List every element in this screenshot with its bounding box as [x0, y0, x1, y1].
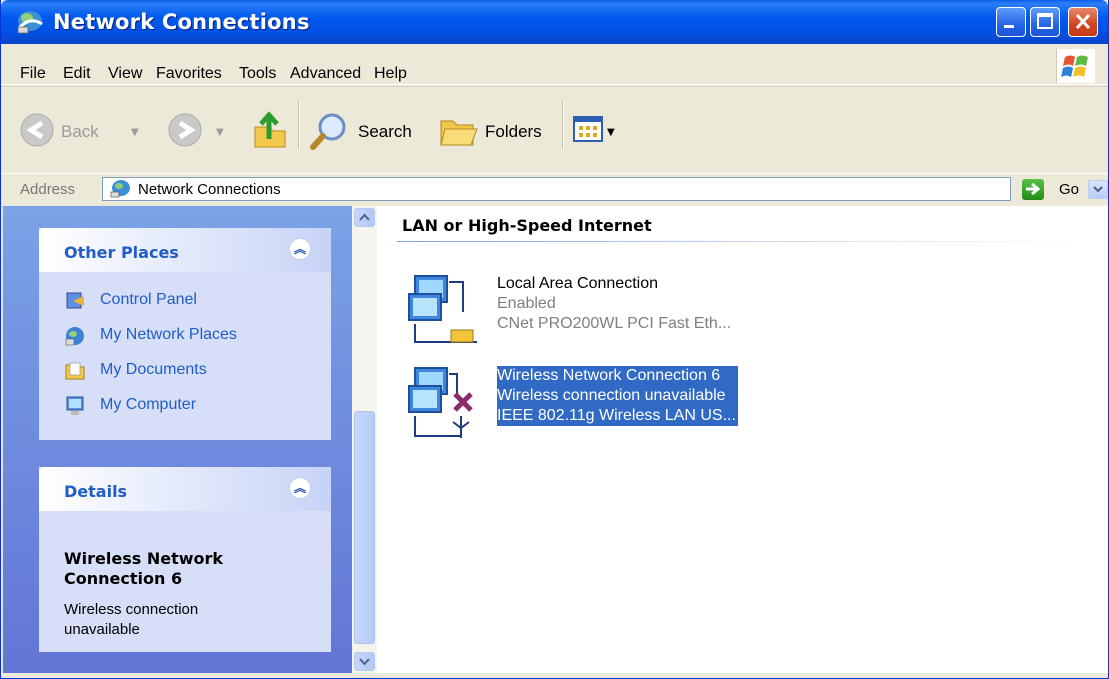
place-my-computer[interactable]: My Computer	[64, 395, 196, 417]
network-connections-icon	[17, 11, 43, 34]
maximize-icon	[1037, 13, 1053, 29]
address-input[interactable]: Network Connections	[102, 177, 1108, 201]
connection-device: CNet PRO200WL PCI Fast Eth...	[497, 315, 732, 332]
toolbar-separator	[562, 101, 564, 149]
connection-status: Enabled	[497, 295, 556, 312]
connections-view: LAN or High-Speed Internet Local Area Co…	[377, 206, 1108, 673]
address-value: Network Connections	[138, 181, 281, 198]
other-places-panel: Other Places ︽ Control Panel My Network …	[39, 228, 331, 440]
connection-name: Wireless Network Connection 6	[497, 366, 738, 386]
chevron-down-icon	[1093, 186, 1103, 193]
forward-arrow-icon[interactable]	[166, 111, 204, 149]
minimize-icon	[1004, 25, 1014, 28]
group-divider	[397, 241, 1091, 242]
connection-device: IEEE 802.11g Wireless LAN US...	[497, 406, 738, 426]
menu-tools[interactable]: Tools	[239, 65, 276, 83]
close-icon	[1075, 13, 1091, 30]
back-dropdown-icon[interactable]: ▼	[131, 127, 139, 138]
up-folder-icon[interactable]	[249, 109, 289, 151]
scroll-up-button[interactable]	[354, 208, 375, 227]
other-places-title[interactable]: Other Places	[64, 243, 179, 262]
go-arrow-icon	[1026, 182, 1041, 196]
chevron-up-icon	[359, 213, 370, 221]
connection-status: Wireless connection unavailable	[497, 386, 738, 406]
address-label: Address	[20, 181, 76, 198]
details-connection-status: Wireless connection unavailable	[64, 601, 199, 638]
place-label[interactable]: My Network Places	[100, 326, 237, 344]
views-dropdown-icon[interactable]: ▼	[607, 127, 615, 138]
menu-bar: File Edit View Favorites Tools Advanced …	[1, 44, 1108, 85]
menu-favorites[interactable]: Favorites	[156, 65, 222, 83]
task-pane: Other Places ︽ Control Panel My Network …	[3, 206, 352, 673]
address-bar: Address Network Connections Go	[1, 173, 1108, 207]
lan-connection-icon	[408, 275, 477, 343]
forward-dropdown-icon[interactable]: ▼	[216, 127, 224, 138]
back-arrow-icon[interactable]	[18, 111, 56, 149]
folders-label[interactable]: Folders	[485, 122, 542, 142]
folders-icon[interactable]	[437, 111, 479, 149]
details-title[interactable]: Details	[64, 482, 127, 501]
my-computer-icon	[66, 396, 84, 415]
title-bar[interactable]: Network Connections	[1, 0, 1108, 44]
maximize-button[interactable]	[1030, 7, 1060, 37]
place-control-panel[interactable]: Control Panel	[64, 290, 197, 312]
group-title: LAN or High-Speed Internet	[402, 216, 652, 235]
details-header[interactable]: Details ︽	[39, 467, 331, 511]
search-icon[interactable]	[308, 109, 352, 153]
place-label[interactable]: Control Panel	[100, 291, 197, 309]
place-label[interactable]: My Documents	[100, 361, 207, 379]
place-label[interactable]: My Computer	[100, 396, 196, 414]
place-my-documents[interactable]: My Documents	[64, 360, 207, 382]
other-places-header[interactable]: Other Places ︽	[39, 228, 331, 272]
wireless-connection-icon	[408, 367, 473, 438]
views-icon[interactable]	[573, 116, 605, 144]
connection-text: Local Area Connection Enabled CNet PRO20…	[497, 274, 731, 334]
chevron-down-icon	[359, 658, 370, 666]
go-label[interactable]: Go	[1059, 181, 1079, 198]
connection-name: Local Area Connection	[497, 275, 658, 292]
network-connections-icon	[110, 180, 130, 198]
window-title: Network Connections	[53, 10, 310, 34]
control-panel-icon	[66, 292, 84, 309]
toolbar-separator	[298, 101, 300, 149]
menu-advanced[interactable]: Advanced	[290, 65, 361, 83]
details-connection-name: Wireless Network Connection 6	[64, 549, 224, 588]
connection-text: Wireless Network Connection 6 Wireless c…	[497, 366, 738, 426]
search-label[interactable]: Search	[358, 122, 412, 142]
network-places-icon	[65, 327, 84, 346]
collapse-icon[interactable]: ︽	[289, 477, 311, 499]
connection-item-wireless[interactable]: Wireless Network Connection 6 Wireless c…	[405, 364, 805, 444]
toolbar: Back ▼ ▼ Search Folders ▼	[1, 86, 1108, 174]
connection-item-local-area[interactable]: Local Area Connection Enabled CNet PRO20…	[405, 272, 805, 352]
vertical-scrollbar[interactable]	[352, 206, 377, 673]
scroll-thumb[interactable]	[354, 411, 375, 644]
windows-flag-icon	[1061, 55, 1088, 77]
menu-view[interactable]: View	[108, 65, 142, 83]
place-my-network-places[interactable]: My Network Places	[64, 325, 237, 347]
go-button[interactable]	[1022, 179, 1044, 200]
minimize-button[interactable]	[996, 7, 1026, 37]
my-documents-icon	[65, 362, 85, 380]
collapse-icon[interactable]: ︽	[289, 238, 311, 260]
close-button[interactable]	[1068, 7, 1098, 37]
windows-logo	[1056, 49, 1095, 83]
menu-help[interactable]: Help	[374, 65, 407, 83]
menu-edit[interactable]: Edit	[63, 65, 91, 83]
details-panel: Details ︽ Wireless Network Connection 6 …	[39, 467, 331, 652]
scroll-down-button[interactable]	[354, 652, 375, 671]
back-label[interactable]: Back	[61, 122, 99, 142]
explorer-window: Network Connections File Edit View Favor…	[0, 0, 1109, 679]
address-dropdown-button[interactable]	[1088, 180, 1108, 199]
menu-file[interactable]: File	[20, 65, 46, 83]
